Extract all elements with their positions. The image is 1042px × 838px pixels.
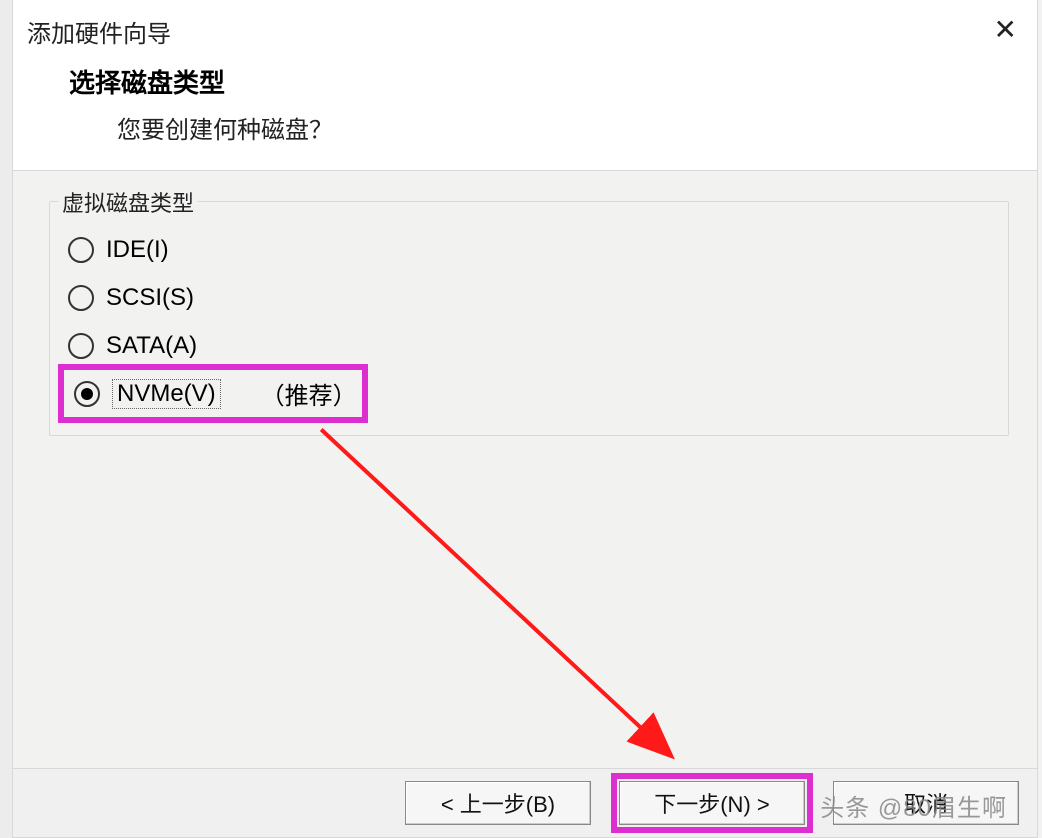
content-area: 虚拟磁盘类型 IDE(I) SCSI(S) SATA(A) NVMe(V) （推… — [13, 170, 1037, 769]
next-button-label: 下一步(N) > — [654, 787, 770, 819]
radio-recommend-label: （推荐） — [261, 376, 354, 411]
radio-label: NVMe(V) — [112, 379, 221, 409]
back-button[interactable]: < 上一步(B) — [405, 781, 591, 825]
disk-type-group: 虚拟磁盘类型 IDE(I) SCSI(S) SATA(A) NVMe(V) （推… — [49, 201, 1009, 436]
left-edge-sliver — [0, 0, 12, 838]
radio-option-ide[interactable]: IDE(I) — [68, 226, 990, 274]
radio-option-sata[interactable]: SATA(A) — [68, 322, 990, 370]
window-title: 添加硬件向导 — [27, 14, 171, 49]
titlebar: 添加硬件向导 ✕ — [13, 0, 1037, 55]
page-subtitle: 您要创建何种磁盘？ — [69, 110, 1007, 145]
highlight-annotation-next: 下一步(N) > — [611, 773, 813, 833]
radio-icon-selected — [74, 381, 100, 407]
wizard-header: 选择磁盘类型 您要创建何种磁盘？ — [13, 55, 1037, 175]
radio-option-scsi[interactable]: SCSI(S) — [68, 274, 990, 322]
next-button[interactable]: 下一步(N) > — [619, 781, 805, 825]
page-title: 选择磁盘类型 — [69, 63, 1007, 100]
cancel-button[interactable]: 取消 — [833, 781, 1019, 825]
cancel-button-label: 取消 — [904, 787, 948, 819]
radio-label: IDE(I) — [106, 236, 169, 264]
radio-icon — [68, 237, 94, 263]
group-label: 虚拟磁盘类型 — [58, 186, 198, 218]
radio-option-nvme[interactable]: NVMe(V) （推荐） — [74, 376, 354, 411]
radio-label: SATA(A) — [106, 332, 197, 360]
radio-icon — [68, 285, 94, 311]
back-button-label: < 上一步(B) — [441, 787, 555, 819]
wizard-footer: < 上一步(B) 下一步(N) > 取消 — [13, 769, 1037, 837]
radio-icon — [68, 333, 94, 359]
close-icon[interactable]: ✕ — [988, 14, 1023, 46]
radio-label: SCSI(S) — [106, 284, 194, 312]
wizard-window: 添加硬件向导 ✕ 选择磁盘类型 您要创建何种磁盘？ 虚拟磁盘类型 IDE(I) … — [12, 0, 1038, 838]
highlight-annotation: NVMe(V) （推荐） — [58, 364, 368, 423]
